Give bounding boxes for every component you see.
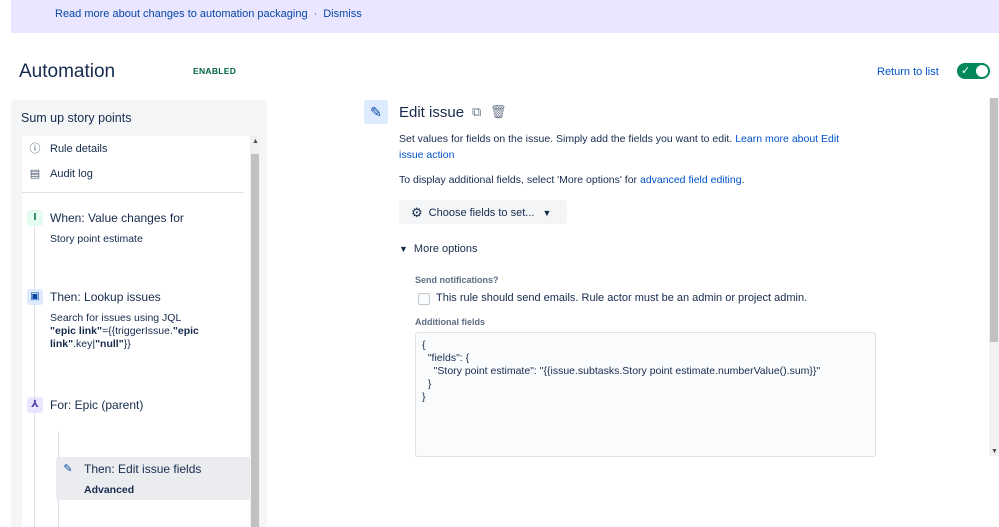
- main-scrollbar[interactable]: ▼: [989, 98, 999, 456]
- trigger-step-title[interactable]: When: Value changes for: [50, 211, 184, 225]
- additional-fields-editor[interactable]: { "fields": { "Story point estimate": "{…: [415, 332, 876, 457]
- advanced-field-editing-link[interactable]: advanced field editing: [640, 174, 742, 186]
- page-title: Automation: [19, 61, 116, 82]
- sidebar-item-label: Audit log: [50, 168, 93, 180]
- chevron-down-icon: ▼: [399, 244, 408, 254]
- choose-fields-button[interactable]: ⚙ Choose fields to set... ▼: [399, 200, 567, 224]
- main-scrollbar-thumb[interactable]: [990, 98, 998, 342]
- description-text: Set values for fields on the issue. Simp…: [399, 133, 733, 145]
- sidebar-item-label: Rule details: [50, 143, 108, 155]
- send-notifications-checkbox[interactable]: [418, 293, 430, 305]
- jql-part: "epic: [172, 325, 199, 337]
- choose-fields-label: Choose fields to set...: [428, 207, 535, 219]
- trash-icon[interactable]: 🗑: [490, 104, 507, 120]
- edit-step-subtitle: Advanced: [84, 484, 135, 496]
- additional-fields-json[interactable]: { "fields": { "Story point estimate": "{…: [422, 339, 875, 404]
- branch-icon: ⅄: [27, 397, 43, 413]
- divider: [22, 192, 244, 193]
- sidebar-item-rule-details[interactable]: ⓘ Rule details: [28, 140, 108, 156]
- action-description: Set values for fields on the issue. Simp…: [399, 131, 869, 163]
- jql-part: "epic link": [50, 325, 102, 337]
- pencil-icon: ✎: [63, 463, 73, 475]
- rule-name: Sum up story points: [21, 111, 132, 125]
- chevron-down-icon: ▼: [542, 208, 552, 218]
- lookup-prefix: Search for issues using JQL: [50, 312, 182, 324]
- toggle-knob: [976, 65, 988, 77]
- sidebar-item-audit-log[interactable]: ▤ Audit log: [28, 167, 93, 180]
- send-notifications-label: Send notifications?: [415, 275, 499, 285]
- return-to-list-link[interactable]: Return to list: [877, 66, 939, 78]
- scroll-up-icon[interactable]: ▲: [252, 138, 259, 145]
- send-notifications-text[interactable]: This rule should send emails. Rule actor…: [436, 292, 807, 304]
- pencil-icon: ✎: [364, 100, 388, 124]
- lookup-step-subtitle: Search for issues using JQL "epic link"=…: [50, 312, 199, 351]
- display-hint: To display additional fields, select 'Mo…: [399, 172, 744, 188]
- copy-icon[interactable]: ⧉: [472, 104, 481, 120]
- banner-separator: ·: [313, 8, 318, 20]
- trigger-step-subtitle: Story point estimate: [50, 233, 143, 245]
- rule-flow-line: [34, 226, 35, 527]
- learn-more-link[interactable]: Learn more about Edit: [735, 133, 839, 145]
- rule-component-list: ⓘ Rule details ▤ Audit log I When: Value c…: [22, 136, 250, 527]
- rule-sidebar: Sum up story points ⓘ Rule details ▤ Audit…: [11, 100, 267, 527]
- rule-enabled-toggle[interactable]: ✓: [957, 63, 990, 79]
- check-icon: ✓: [961, 65, 971, 77]
- learn-more-link-continued[interactable]: issue action: [399, 149, 454, 161]
- additional-fields-label: Additional fields: [415, 317, 486, 327]
- lookup-icon: ▣: [27, 289, 43, 305]
- sidebar-scrollbar-thumb[interactable]: [251, 154, 259, 527]
- gear-icon: ⚙: [411, 205, 423, 220]
- jql-part: "null": [95, 338, 124, 350]
- dismiss-link[interactable]: Dismiss: [323, 8, 362, 20]
- jql-part: }}: [123, 338, 131, 350]
- more-options-toggle[interactable]: ▼ More options: [399, 243, 478, 255]
- edit-step-title[interactable]: Then: Edit issue fields: [84, 462, 201, 476]
- sidebar-scrollbar[interactable]: ▲: [250, 136, 260, 527]
- jql-part: link": [50, 338, 74, 350]
- packaging-changes-link[interactable]: Read more about changes to automation pa…: [55, 8, 308, 20]
- display-hint-text: To display additional fields, select 'Mo…: [399, 174, 638, 186]
- info-banner: Read more about changes to automation pa…: [11, 0, 999, 33]
- document-icon: ▤: [29, 168, 41, 180]
- scroll-down-icon[interactable]: ▼: [991, 448, 998, 455]
- jql-part: .key|: [73, 338, 96, 350]
- jql-part: ={{triggerIssue.: [101, 325, 173, 337]
- trigger-icon: I: [27, 210, 43, 226]
- more-options-label: More options: [413, 243, 478, 255]
- info-icon: ⓘ: [29, 143, 41, 155]
- status-badge: ENABLED: [193, 66, 237, 76]
- lookup-step-title[interactable]: Then: Lookup issues: [50, 290, 161, 304]
- action-title: Edit issue: [399, 104, 465, 121]
- display-hint-suffix: .: [741, 174, 745, 186]
- branch-step-title[interactable]: For: Epic (parent): [50, 398, 143, 412]
